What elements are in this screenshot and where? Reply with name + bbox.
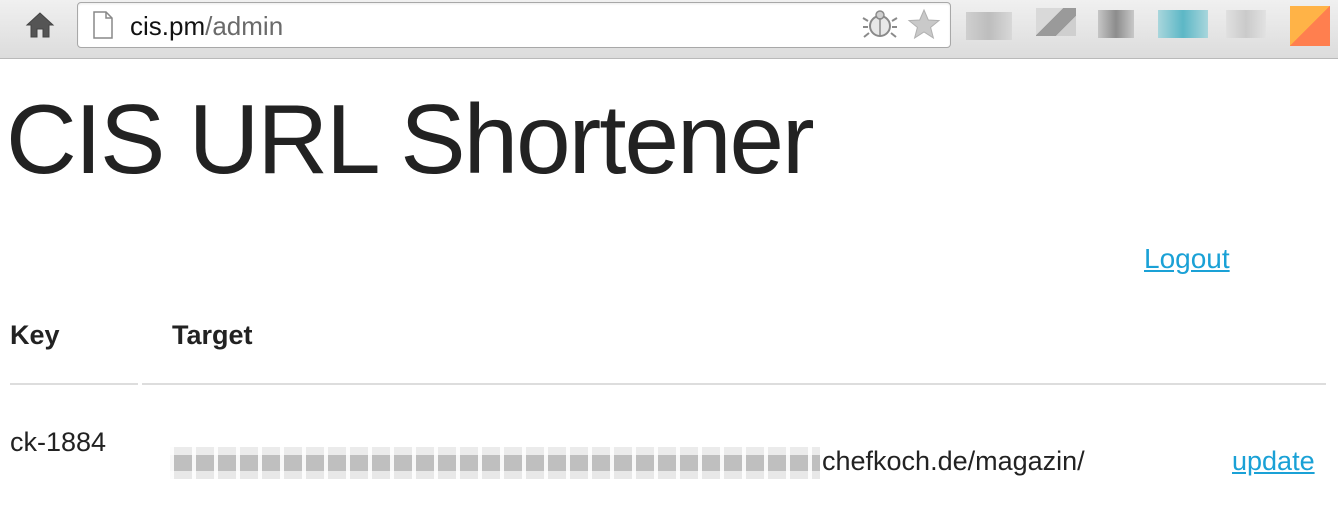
url-text[interactable]: cis.pm/admin: [130, 11, 283, 41]
browser-toolbar: cis.pm/admin: [0, 0, 1338, 59]
logout-link[interactable]: Logout: [1144, 243, 1230, 275]
column-header-key: Key: [10, 320, 60, 350]
home-icon: [25, 12, 55, 38]
star-icon[interactable]: [906, 7, 942, 43]
extension-icon[interactable]: [1158, 10, 1208, 38]
page-icon: [93, 11, 113, 39]
extension-icon[interactable]: [1226, 10, 1266, 38]
row-key: ck-1884: [10, 427, 107, 457]
home-button[interactable]: [24, 10, 56, 40]
redacted-url-prefix: [170, 447, 820, 479]
header-divider: [10, 383, 138, 385]
update-link[interactable]: update: [1232, 446, 1315, 477]
extension-icon[interactable]: [966, 12, 1012, 40]
extension-icon[interactable]: [1098, 10, 1134, 38]
page-title: CIS URL Shortener: [6, 84, 815, 194]
row-target: chefkoch.de/magazin/: [822, 446, 1085, 476]
extension-icon[interactable]: [1036, 8, 1076, 36]
bug-icon[interactable]: [862, 7, 898, 43]
url-path: /admin: [205, 11, 284, 41]
extension-icon[interactable]: [1290, 6, 1330, 46]
address-bar[interactable]: cis.pm/admin: [77, 2, 951, 48]
url-domain: cis.pm: [130, 11, 206, 41]
column-header-target: Target: [172, 320, 253, 350]
header-divider: [142, 383, 1326, 385]
